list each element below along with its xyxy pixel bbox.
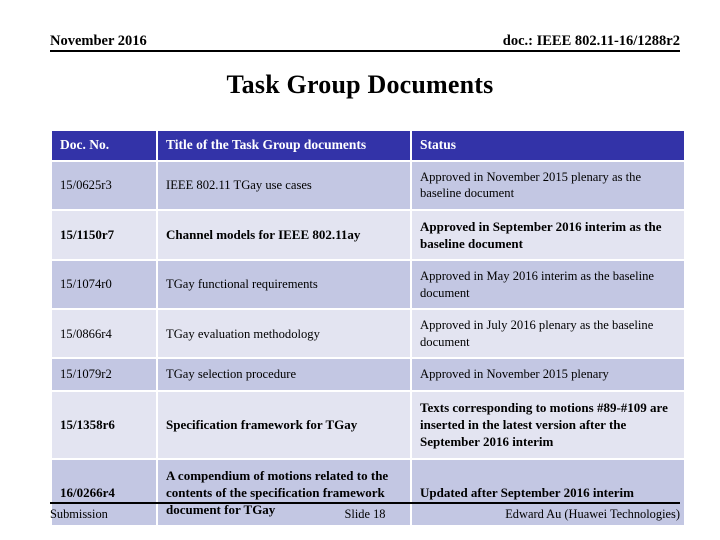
- slide-header-row: November 2016 doc.: IEEE 802.11-16/1288r…: [50, 26, 680, 48]
- footer-slide-number: Slide 18: [344, 507, 386, 521]
- cell-status: Approved in May 2016 interim as the base…: [412, 261, 684, 309]
- column-header-status: Status: [412, 131, 684, 160]
- cell-doc_no: 15/1074r0: [52, 261, 156, 309]
- table-row: 15/1150r7 Channel models for IEEE 802.11a…: [52, 210, 684, 260]
- cell-doc_no: 15/0866r4: [52, 310, 156, 358]
- slide-header: November 2016 doc.: IEEE 802.11-16/1288r…: [50, 26, 680, 52]
- table-row: 15/1074r0 TGay functional requirements App…: [52, 261, 684, 309]
- cell-title: TGay functional requirements: [158, 261, 410, 309]
- footer-submission-label: Submission: [50, 507, 108, 521]
- cell-doc_no: 15/1079r2: [52, 359, 156, 391]
- page-title: Task Group Documents: [226, 70, 494, 99]
- cell-doc_no: 15/1150r7: [52, 210, 156, 260]
- column-header-title: Title of the Task Group documents: [158, 131, 410, 160]
- task-group-documents-table: Doc. No. Title of the Task Group documen…: [50, 129, 686, 527]
- footer-author: Edward Au (Huawei Technologies): [505, 507, 680, 521]
- footer-divider: [50, 502, 680, 504]
- cell-status: Approved in November 2015 plenary as the…: [412, 161, 684, 209]
- cell-status: Approved in July 2016 plenary as the bas…: [412, 310, 684, 358]
- cell-title: Channel models for IEEE 802.11ay: [158, 210, 410, 260]
- table-body: 15/0625r3 IEEE 802.11 TGay use cases Appro…: [52, 161, 684, 526]
- header-divider: [50, 50, 680, 52]
- cell-doc_no: 15/0625r3: [52, 161, 156, 209]
- table-row: 15/1358r6 Specification framework for TGa…: [52, 392, 684, 458]
- header-date: November 2016: [50, 32, 147, 49]
- table-header: Doc. No. Title of the Task Group documen…: [52, 131, 684, 160]
- cell-title: Specification framework for TGay: [158, 392, 410, 458]
- cell-doc_no: 15/1358r6: [52, 392, 156, 458]
- table-row: 15/0625r3 IEEE 802.11 TGay use cases Appro…: [52, 161, 684, 209]
- table-row: 15/0866r4 TGay evaluation methodology Appr…: [52, 310, 684, 358]
- cell-title: TGay selection procedure: [158, 359, 410, 391]
- slide-footer: Submission Slide 18 Edward Au (Huawei Te…: [50, 502, 680, 522]
- table-header-row: Doc. No. Title of the Task Group documen…: [52, 131, 684, 160]
- column-header-doc-no: Doc. No.: [52, 131, 156, 160]
- cell-status: Texts corresponding to motions #89-#109 …: [412, 392, 684, 458]
- cell-status: Approved in November 2015 plenary: [412, 359, 684, 391]
- cell-status: Approved in September 2016 interim as th…: [412, 210, 684, 260]
- cell-title: IEEE 802.11 TGay use cases: [158, 161, 410, 209]
- header-document-id: doc.: IEEE 802.11-16/1288r2: [502, 32, 680, 49]
- cell-title: TGay evaluation methodology: [158, 310, 410, 358]
- footer-row: Submission Slide 18 Edward Au (Huawei Te…: [50, 507, 680, 522]
- table-row: 15/1079r2 TGay selection procedure Approve…: [52, 359, 684, 391]
